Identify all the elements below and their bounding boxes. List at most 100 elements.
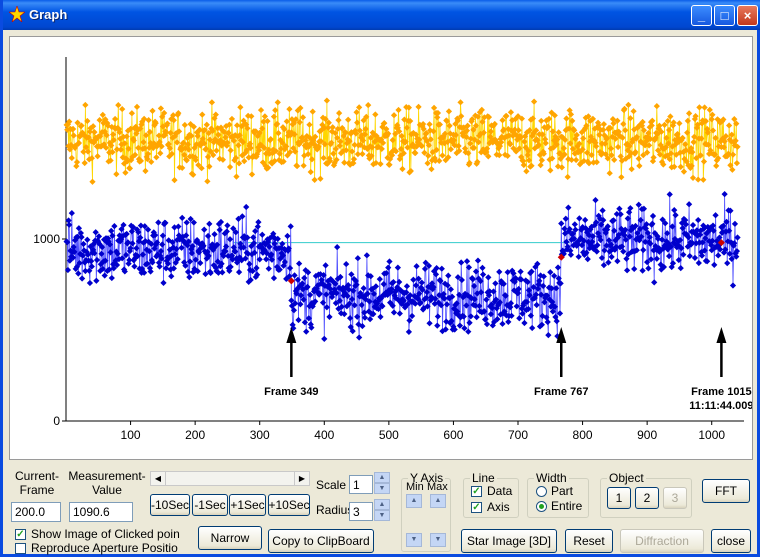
series-0-point — [564, 173, 571, 181]
minimize-button[interactable]: _ — [691, 5, 712, 26]
radius-down-icon[interactable]: ▼ — [374, 510, 390, 521]
series-1-point — [394, 264, 401, 271]
window-title: Graph — [29, 7, 68, 22]
series-1-point — [554, 264, 562, 271]
series-1-point — [592, 196, 599, 204]
entire-label: Entire — [551, 499, 583, 513]
series-0-point — [329, 124, 336, 131]
series-1-point — [466, 319, 473, 326]
scale-up-icon[interactable]: ▲ — [374, 472, 390, 483]
series-1-point — [385, 264, 392, 271]
scale-input[interactable]: 1 — [349, 475, 373, 494]
series-0-point — [523, 168, 530, 175]
series-0-point — [204, 178, 211, 185]
series-0-point — [70, 132, 77, 139]
frame-slider[interactable]: ◀ ▶ — [150, 471, 310, 486]
slider-left-arrow-icon[interactable]: ◀ — [151, 472, 166, 485]
max-label: Max — [427, 481, 448, 493]
measurement-input[interactable]: 1090.6 — [69, 502, 133, 522]
series-1-point — [671, 206, 678, 214]
series-1-point — [689, 221, 697, 229]
scale-down-icon[interactable]: ▼ — [374, 483, 390, 494]
series-0-point — [537, 161, 544, 169]
series-0-point — [145, 116, 152, 124]
fft-button[interactable]: FFT — [702, 479, 750, 503]
reset-button[interactable]: Reset — [565, 529, 613, 553]
series-0-point — [274, 99, 281, 106]
series-1-point — [651, 279, 658, 286]
maximize-button[interactable]: □ — [714, 5, 735, 26]
series-1-point — [319, 299, 327, 306]
y-max-down-icon[interactable]: ▼ — [430, 533, 446, 547]
series-0-point — [94, 153, 101, 160]
series-0-point — [213, 147, 220, 154]
series-0-point — [115, 101, 122, 109]
y-min-up-icon[interactable]: ▲ — [406, 494, 422, 508]
series-1-point — [186, 273, 193, 281]
radius-up-icon[interactable]: ▲ — [374, 499, 390, 510]
diffraction-button[interactable]: Diffraction — [620, 529, 704, 553]
axis-checkbox[interactable]: ✓ — [471, 502, 482, 513]
series-0-point — [122, 169, 129, 176]
y-min-down-icon[interactable]: ▼ — [406, 533, 422, 547]
close-window-button[interactable]: × — [737, 5, 758, 26]
series-1-point — [571, 221, 578, 228]
plus-1sec-button[interactable]: +1Sec — [229, 494, 266, 516]
light-curve-chart[interactable]: 100 200 300 400 500 600 700 800 900 1000 0 1000 Fram… — [10, 37, 752, 459]
current-frame-input[interactable]: 200.0 — [11, 502, 61, 522]
part-radio[interactable] — [536, 486, 547, 497]
star-image-3d-button[interactable]: Star Image [3D] — [461, 529, 557, 553]
narrow-button[interactable]: Narrow — [198, 526, 262, 550]
series-0-point — [635, 155, 642, 162]
series-0-point — [171, 176, 178, 184]
series-1-point — [284, 232, 291, 240]
plus-10sec-button[interactable]: +10Sec — [268, 494, 310, 516]
series-0-point — [696, 104, 703, 111]
series-1-point — [443, 301, 451, 308]
current-frame-label: Current- Frame — [14, 469, 59, 497]
series-1-point — [599, 207, 606, 214]
series-1-point — [672, 212, 679, 219]
series-0-point — [625, 101, 632, 109]
slider-right-arrow-icon[interactable]: ▶ — [294, 472, 309, 485]
close-button[interactable]: close — [711, 529, 751, 553]
series-1-point — [376, 276, 383, 283]
series-1-point — [711, 261, 718, 268]
entire-radio[interactable] — [536, 501, 547, 512]
series-1-point — [291, 272, 298, 279]
plot-area[interactable]: 100 200 300 400 500 600 700 800 900 1000 0 1000 Fram… — [9, 36, 753, 460]
series-1-point — [155, 219, 162, 226]
series-1-point — [322, 262, 329, 269]
data-label: Data — [487, 484, 513, 498]
series-0-point — [684, 117, 691, 125]
series-0-point — [412, 149, 419, 157]
series-0-point — [700, 176, 707, 183]
series-1-point — [343, 260, 350, 268]
show-image-checkbox[interactable]: ✓ — [15, 529, 26, 540]
y-max-up-icon[interactable]: ▲ — [430, 494, 446, 508]
series-1-point — [521, 319, 528, 327]
copy-to-clipboard-button[interactable]: Copy to ClipBoard — [268, 529, 374, 553]
series-1-point — [68, 209, 75, 217]
series-0-point — [359, 150, 366, 158]
x-tick-label: 100 — [121, 428, 141, 442]
title-bar[interactable]: Graph _ □ × — [3, 0, 760, 30]
series-1-point — [301, 319, 309, 326]
object-3-button[interactable]: 3 — [663, 487, 687, 509]
reproduce-aperture-checkbox[interactable] — [15, 543, 26, 554]
data-checkbox[interactable]: ✓ — [471, 486, 482, 497]
radius-input[interactable]: 3 — [349, 502, 373, 521]
object-2-button[interactable]: 2 — [635, 487, 659, 509]
series-1-point — [616, 205, 623, 212]
series-1-point — [246, 260, 253, 268]
minus-1sec-button[interactable]: -1Sec — [192, 494, 228, 516]
series-1-point — [184, 268, 192, 276]
series-1-point — [544, 318, 551, 326]
object-1-button[interactable]: 1 — [607, 487, 631, 509]
series-0-point — [636, 162, 643, 170]
series-0-point — [233, 173, 240, 180]
series-1-point — [617, 211, 624, 218]
minus-10sec-button[interactable]: -10Sec — [150, 494, 190, 516]
series-0-point — [237, 104, 244, 111]
series-0-point — [257, 106, 265, 114]
